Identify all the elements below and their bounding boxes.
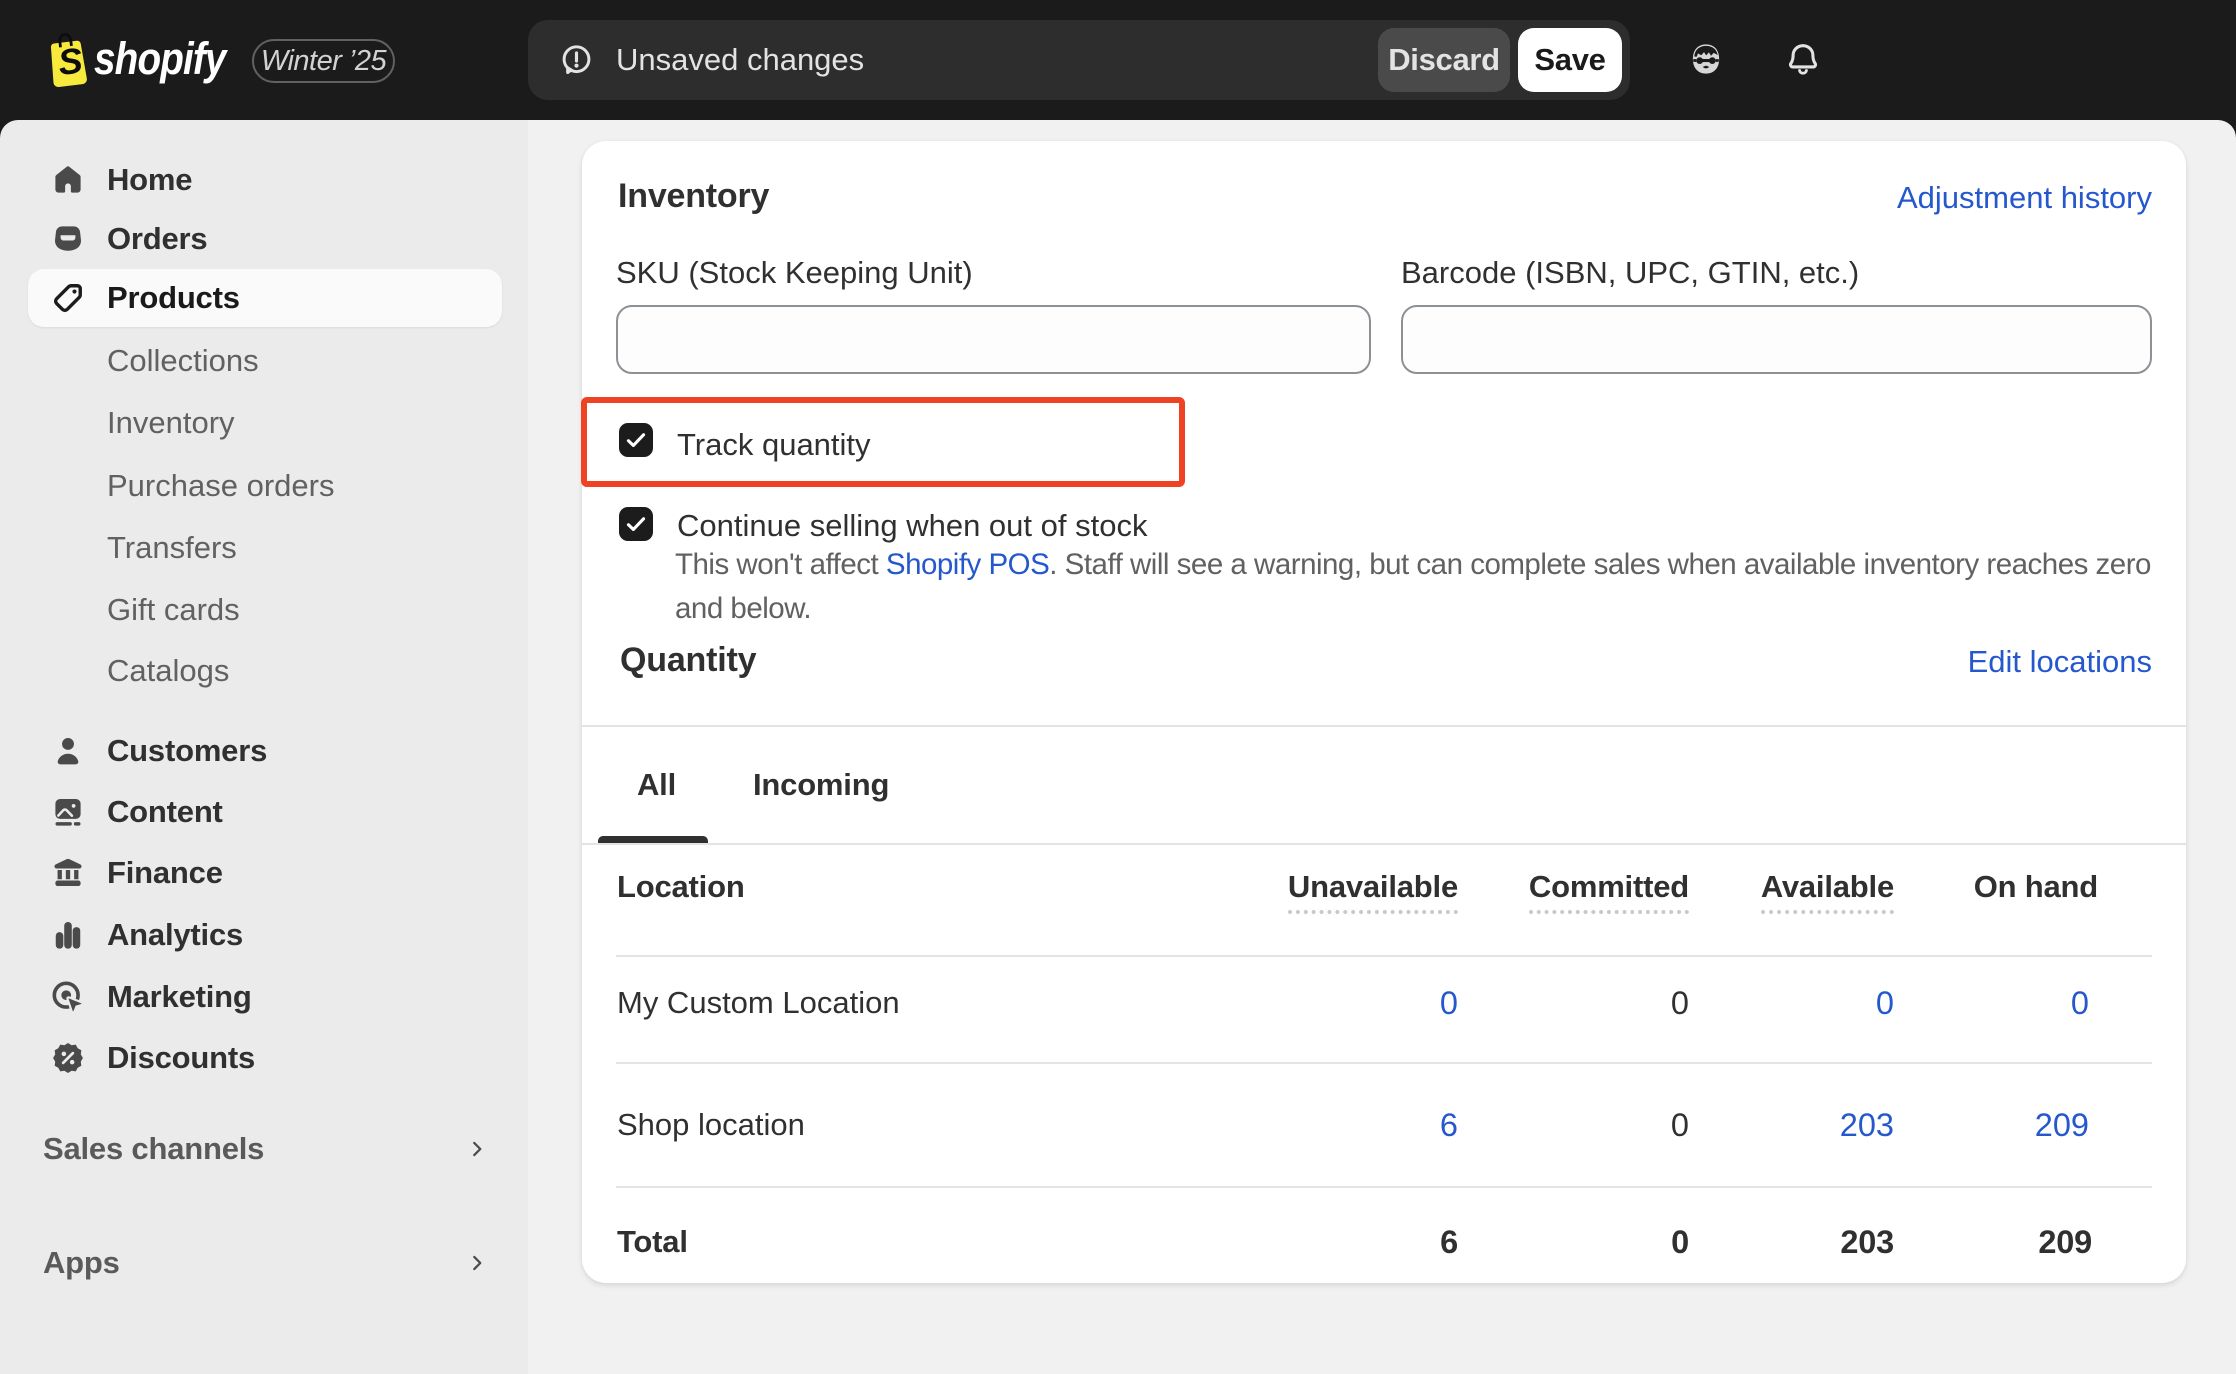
svg-text:S: S [56, 39, 85, 83]
